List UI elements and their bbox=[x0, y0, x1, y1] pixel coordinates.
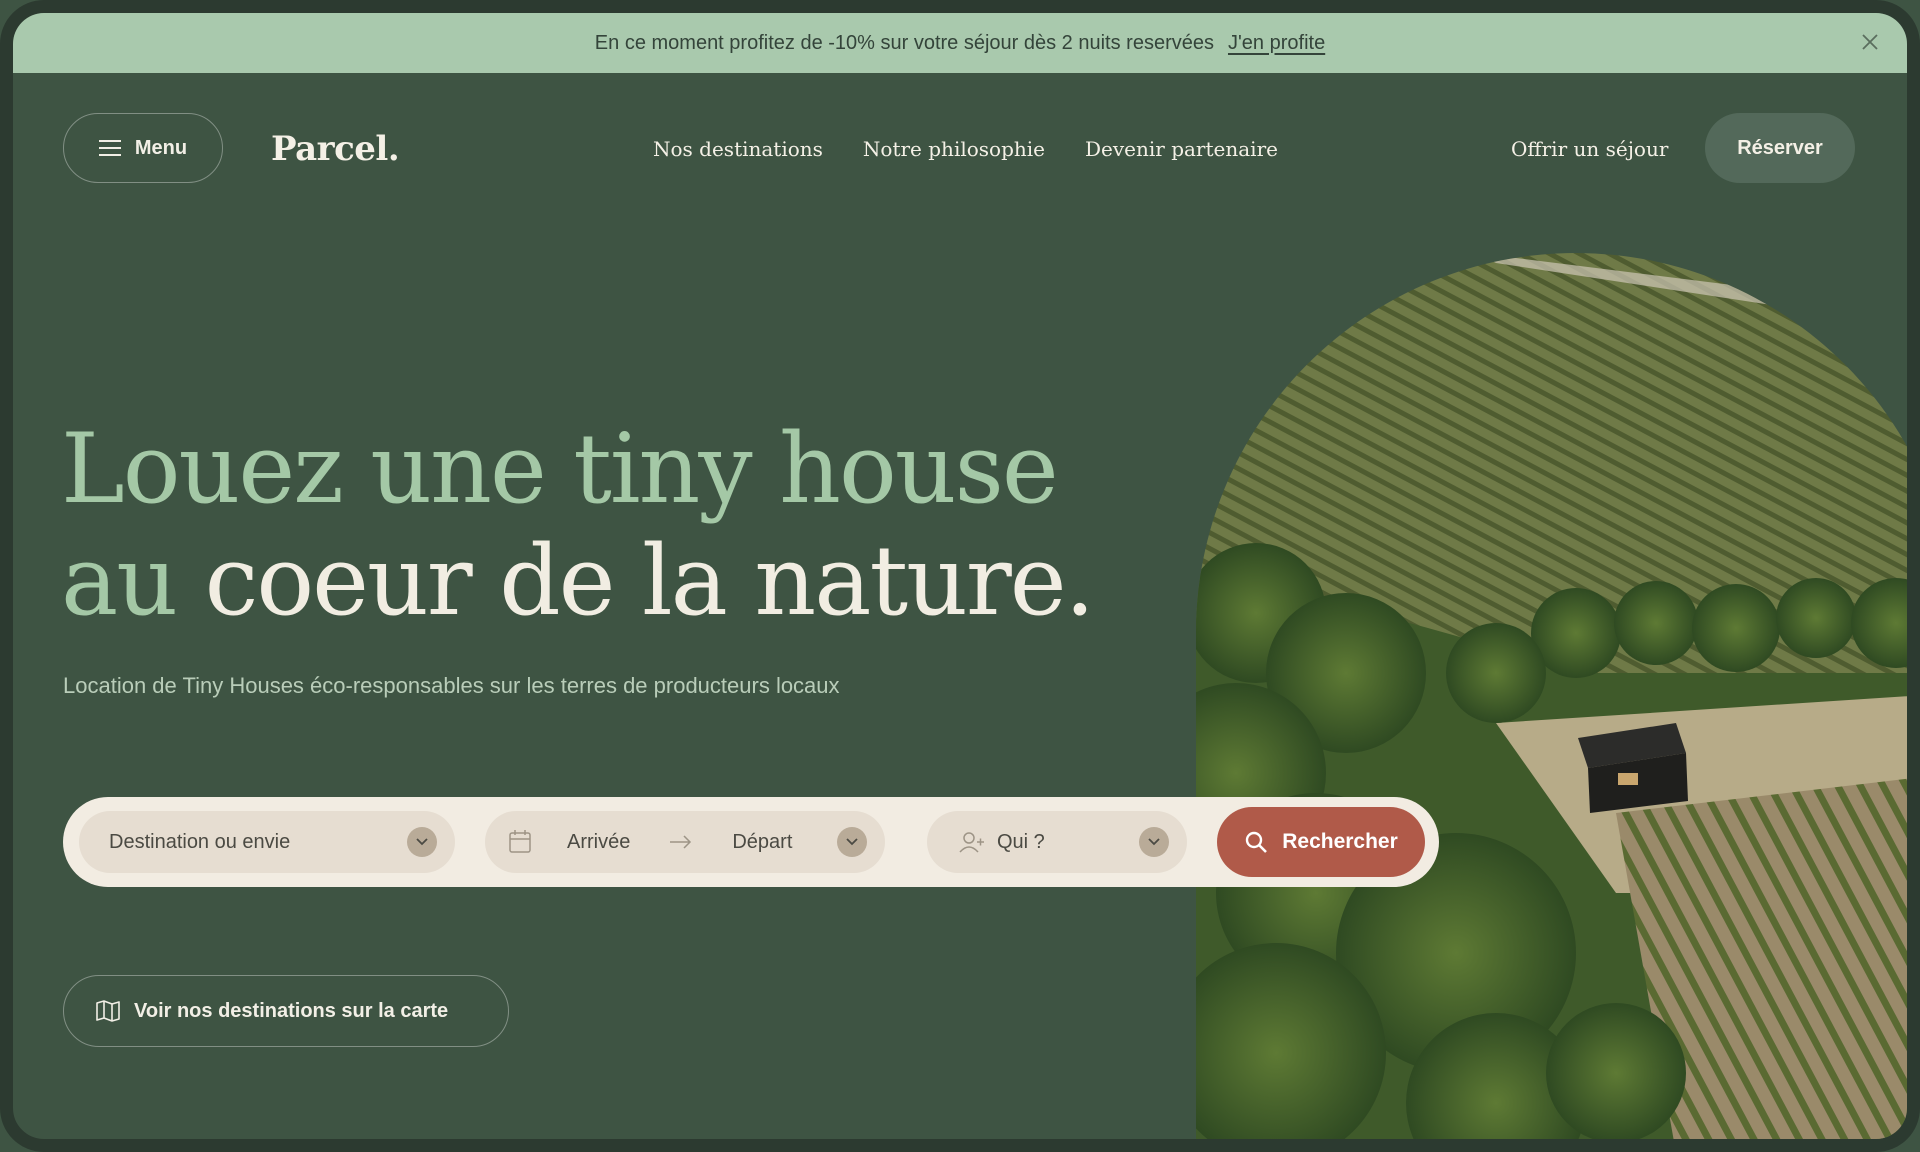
search-icon bbox=[1246, 831, 1268, 853]
nav-partenaire[interactable]: Devenir partenaire bbox=[1085, 137, 1278, 161]
arrow-right-icon bbox=[670, 835, 692, 849]
hero-photo bbox=[1196, 253, 1907, 1139]
guests-field[interactable]: Qui ? bbox=[927, 811, 1187, 873]
hero-subtitle: Location de Tiny Houses éco-responsables… bbox=[63, 673, 840, 698]
browser-frame: En ce moment profitez de -10% sur votre … bbox=[0, 0, 1920, 1152]
hero-title-line2-cream: coeur de la nature. bbox=[176, 525, 1096, 637]
menu-button[interactable]: Menu bbox=[63, 113, 223, 183]
nav-destinations[interactable]: Nos destinations bbox=[653, 137, 823, 161]
search-button-label: Rechercher bbox=[1282, 830, 1398, 853]
offer-link[interactable]: Offrir un séjour bbox=[1511, 137, 1668, 161]
map-button-label: Voir nos destinations sur la carte bbox=[134, 999, 449, 1022]
reserve-button[interactable]: Réserver bbox=[1705, 113, 1855, 183]
chevron-down-icon[interactable] bbox=[407, 827, 437, 857]
dates-field[interactable]: Arrivée Départ bbox=[485, 811, 885, 873]
chevron-down-icon[interactable] bbox=[1139, 827, 1169, 857]
user-icon bbox=[959, 832, 984, 853]
chevron-down-icon[interactable] bbox=[837, 827, 867, 857]
tiny-house bbox=[1578, 723, 1688, 813]
logo[interactable]: Parcel. bbox=[271, 129, 400, 169]
map-icon bbox=[96, 1000, 120, 1022]
map-button[interactable]: Voir nos destinations sur la carte bbox=[63, 975, 509, 1047]
guests-label: Qui ? bbox=[997, 830, 1045, 853]
hero-title-line2-green: au bbox=[61, 525, 178, 637]
header: Menu Parcel. Nos destinations Notre phil… bbox=[13, 73, 1907, 207]
calendar-icon bbox=[509, 830, 531, 853]
search-bar: Destination ou envie Arrivée Départ Qui … bbox=[63, 797, 1439, 887]
destination-field[interactable]: Destination ou envie bbox=[79, 811, 455, 873]
promo-link[interactable]: J'en profite bbox=[1228, 32, 1325, 55]
nav-philosophie[interactable]: Notre philosophie bbox=[863, 137, 1045, 161]
destination-placeholder: Destination ou envie bbox=[109, 830, 291, 853]
search-button[interactable]: Rechercher bbox=[1217, 807, 1425, 877]
hero-title-line1: Louez une tiny house bbox=[61, 413, 1059, 525]
menu-label: Menu bbox=[134, 136, 188, 159]
promo-text: En ce moment profitez de -10% sur votre … bbox=[594, 31, 1214, 54]
promo-banner: En ce moment profitez de -10% sur votre … bbox=[13, 13, 1907, 73]
arrival-label[interactable]: Arrivée bbox=[567, 831, 630, 854]
main-nav: Nos destinations Notre philosophie Deven… bbox=[653, 137, 1278, 161]
hero-title: Louez une tiny house au coeur de la natu… bbox=[61, 413, 1096, 637]
departure-label[interactable]: Départ bbox=[732, 831, 792, 854]
hamburger-icon bbox=[98, 140, 121, 156]
close-icon[interactable] bbox=[1857, 29, 1883, 55]
